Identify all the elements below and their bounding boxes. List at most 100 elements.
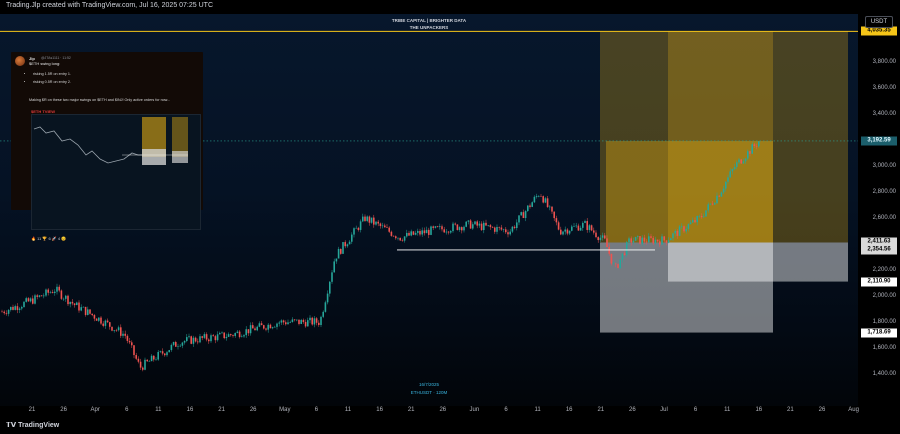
candle-body [348, 241, 351, 245]
time-axis[interactable]: 21 26 Apr 6 11 16 21 26 May 6 11 16 21 26 Jun 6 11 16 21 26… [0, 406, 900, 418]
candle-body [421, 230, 423, 235]
candle-body [287, 322, 289, 325]
candle-body [67, 295, 69, 305]
candle-body [32, 298, 34, 304]
candle-body [511, 226, 514, 232]
candle-body [414, 232, 417, 235]
candle-body [540, 195, 542, 197]
tweet-reactions: 🔥 11 🏆 6 🚀 4 😊 [31, 236, 67, 241]
candle-body [386, 227, 388, 228]
tweet-bullet: risking 0.5R on entry 2. [33, 80, 71, 84]
candle-body [304, 322, 307, 327]
candle-body [346, 244, 349, 247]
candle-body [274, 326, 276, 328]
candle-body [58, 286, 60, 291]
price-axis-label: 2,000.00 [872, 293, 896, 299]
candle-body [351, 234, 353, 242]
candle-body [192, 337, 195, 344]
chart-plot-area[interactable]: TRIBE CAPITAL | BRIGHTER DATA THE UNPACK… [0, 14, 858, 406]
candle-body [18, 308, 21, 310]
candle-body [241, 336, 243, 338]
candle-body [280, 320, 283, 323]
candle-body [27, 298, 30, 302]
candle-body [227, 334, 230, 337]
candle-body [111, 326, 113, 331]
candle-body [584, 221, 586, 223]
candle-body [375, 221, 377, 225]
thumbnail-chart-image [33, 117, 188, 165]
candle-body [113, 330, 115, 331]
candle-body [214, 336, 217, 341]
candle-body [263, 325, 265, 329]
time-axis-label: 11 [534, 407, 541, 413]
chart-header: Trading.Jlp created with TradingView.com… [0, 0, 900, 14]
candle-body [458, 227, 461, 230]
candle-body [608, 247, 610, 254]
candle-body [720, 192, 723, 197]
candle-body [238, 331, 241, 338]
candle-body [758, 141, 760, 147]
candle-body [443, 229, 445, 233]
currency-selector[interactable]: USDT [865, 16, 893, 28]
candle-body [364, 216, 366, 221]
candle-body [166, 352, 168, 356]
time-axis-label: 21 [28, 407, 36, 413]
tv-logo-icon: 𝗧𝗩 [6, 422, 19, 429]
candle-body [106, 320, 109, 323]
candle-body [463, 226, 465, 231]
candle-body [326, 293, 329, 303]
candle-body [194, 337, 197, 342]
candle-body [641, 237, 643, 244]
candle-body [186, 337, 188, 341]
candle-body [124, 333, 126, 336]
candle-body [542, 196, 544, 203]
price-axis-label: 1,800.00 [872, 319, 896, 325]
candle-body [366, 216, 368, 221]
candle-body [670, 238, 672, 241]
time-axis-label: Jul [660, 407, 668, 413]
candle-body [549, 206, 551, 208]
candle-body [230, 334, 232, 336]
candle-body [183, 340, 186, 343]
candle-body [507, 232, 509, 235]
candle-body [615, 263, 617, 265]
candle-body [452, 223, 454, 232]
candle-body [406, 232, 408, 237]
chart-footer: 𝗧𝗩 TradingView [0, 418, 900, 434]
candle-body [221, 332, 223, 334]
candle-body [45, 289, 47, 296]
candle-body [733, 166, 736, 170]
candle-body [190, 336, 192, 344]
candle-body [612, 263, 615, 265]
time-axis-label: 6 [504, 407, 508, 413]
candle-body [716, 195, 718, 204]
chart-symbol-label: ETHUSDT · 120M [410, 390, 448, 395]
price-axis-label: 1,600.00 [872, 345, 896, 351]
candle-body [562, 231, 564, 235]
candle-body [135, 355, 137, 359]
candle-body [12, 306, 14, 310]
candle-body [632, 240, 635, 243]
candle-body [740, 159, 742, 164]
candle-body [38, 295, 41, 297]
candle-body [54, 291, 56, 294]
crosshair-date-label: 16/7/2025 [418, 382, 440, 387]
candle-body [685, 228, 687, 232]
candle-body [412, 231, 415, 235]
candle-body [179, 345, 181, 347]
candle-body [637, 236, 639, 237]
time-axis-label: 16 [376, 407, 383, 413]
candle-body [630, 238, 632, 243]
candle-body [188, 336, 190, 338]
candle-body [56, 286, 58, 292]
candle-body [377, 221, 379, 224]
candle-body [271, 327, 274, 329]
price-axis[interactable]: 3,800.003,600.003,400.003,200.003,000.00… [858, 14, 900, 406]
candle-body [566, 229, 569, 234]
price-tag: 4,035.35 [861, 26, 897, 36]
time-axis-label: 21 [597, 407, 605, 413]
candle-body [747, 151, 749, 159]
time-axis-label: 26 [629, 407, 636, 413]
candle-body [225, 336, 228, 339]
time-axis-label: 26 [249, 407, 257, 413]
